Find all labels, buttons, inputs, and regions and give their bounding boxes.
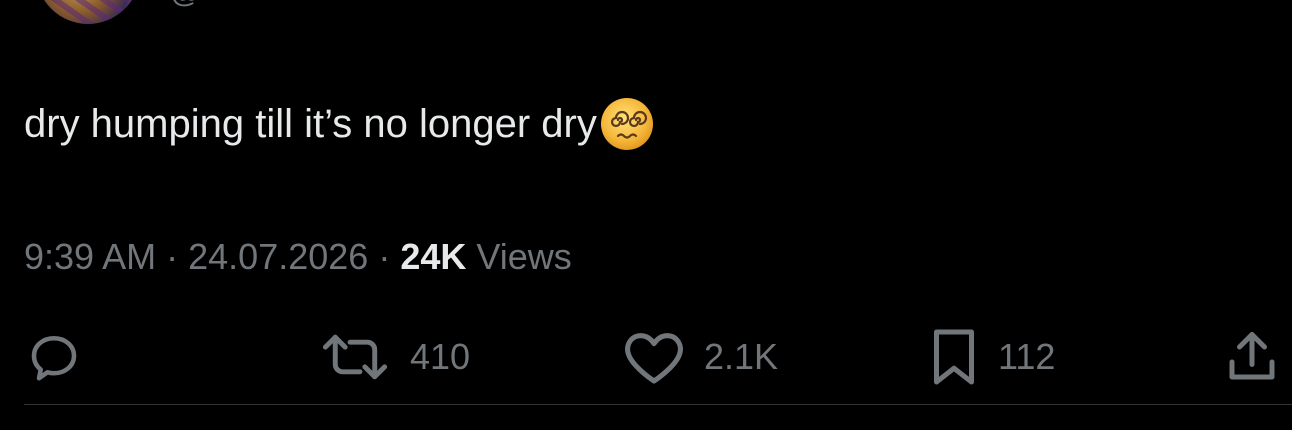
tweet-date[interactable]: 24.07.2026 xyxy=(188,236,368,277)
reply-button[interactable] xyxy=(24,322,84,392)
views-label[interactable]: Views xyxy=(476,236,571,277)
retweet-icon xyxy=(318,327,392,387)
bookmark-count: 112 xyxy=(998,336,1056,377)
tweet-text: dry humping till it’s no longer dry xyxy=(24,96,655,152)
spiral-eyes-emoji-icon xyxy=(599,96,655,152)
views-count[interactable]: 24K xyxy=(400,236,466,277)
avatar[interactable] xyxy=(36,0,140,24)
bookmark-button[interactable]: 112 xyxy=(928,322,1055,392)
like-count: 2.1K xyxy=(704,336,779,377)
bookmark-icon xyxy=(928,327,980,387)
divider xyxy=(24,404,1292,405)
retweet-count: 410 xyxy=(410,336,471,377)
meta-separator: · xyxy=(378,236,391,277)
meta-separator: · xyxy=(166,236,179,277)
reply-icon xyxy=(24,327,84,387)
heart-icon xyxy=(622,327,686,387)
tweet-time[interactable]: 9:39 AM xyxy=(24,236,156,277)
share-button[interactable] xyxy=(1222,322,1282,392)
tweet-meta: 9:39 AM · 24.07.2026 · 24K Views xyxy=(24,234,572,280)
action-bar: 410 2.1K 112 xyxy=(0,322,1292,392)
user-handle[interactable]: @ xyxy=(170,0,370,8)
retweet-button[interactable]: 410 xyxy=(318,322,470,392)
like-button[interactable]: 2.1K xyxy=(622,322,778,392)
tweet-body: dry humping till it’s no longer dry xyxy=(24,102,597,146)
share-icon xyxy=(1222,327,1282,387)
